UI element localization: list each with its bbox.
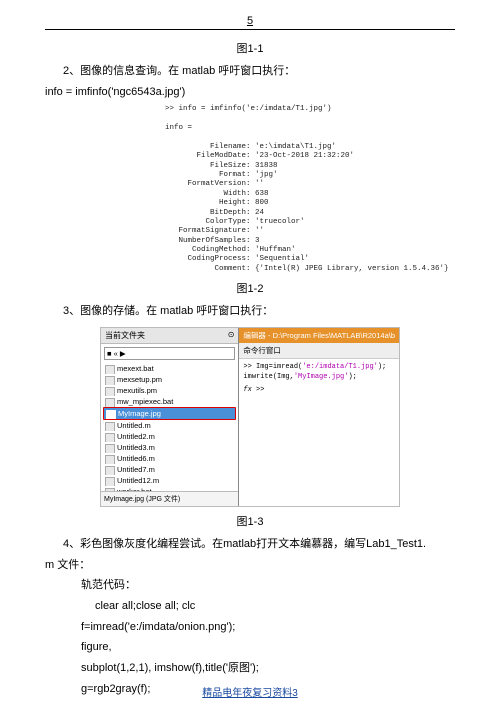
editor-tab[interactable]: 编辑器 - D:\Program Files\MATLAB\R2014a\b bbox=[239, 328, 399, 343]
file-item[interactable]: Untitled12.m bbox=[103, 475, 236, 486]
file-item[interactable]: Untitled3.m bbox=[103, 442, 236, 453]
page-footer: 精品电年夜复习资料3 bbox=[0, 684, 500, 699]
panel-odot-icon: ⊙ bbox=[228, 330, 235, 341]
fx-prompt: fx >> bbox=[243, 386, 395, 396]
code-line: imwrite(Img,'MyImage.jpg'); bbox=[243, 373, 395, 383]
section-4-line3: 轨范代码： bbox=[45, 576, 455, 595]
file-item[interactable]: Untitled2.m bbox=[103, 431, 236, 442]
panel-title: 当前文件夹 bbox=[105, 330, 145, 341]
command-window-label: 命令行窗口 bbox=[239, 343, 399, 359]
matlab-code-line: f=imread('e:/imdata/onion.png'); bbox=[45, 618, 455, 637]
figure-3-caption: 图1-3 bbox=[45, 513, 455, 529]
matlab-screenshot: 当前文件夹 ⊙ ■ « ▶ mexext.bat mexsetup.pm mex… bbox=[100, 327, 400, 507]
file-item[interactable]: Untitled6.m bbox=[103, 453, 236, 464]
matlab-code-line: clear all;close all; clc bbox=[45, 597, 455, 616]
file-item[interactable]: Untitled.m bbox=[103, 420, 236, 431]
file-item[interactable]: mw_mpiexec.bat bbox=[103, 396, 236, 407]
file-browser-footer: MyImage.jpg (JPG 文件) bbox=[101, 491, 238, 506]
matlab-code-line: subplot(1,2,1), imshow(f),title('原图'); bbox=[45, 659, 455, 678]
file-item[interactable]: mexutils.pm bbox=[103, 385, 236, 396]
section-2-code: info = imfinfo('ngc6543a.jpg') bbox=[45, 83, 455, 102]
file-item[interactable]: mexext.bat bbox=[103, 363, 236, 374]
header-divider bbox=[45, 29, 455, 30]
figure-2-caption: 图1-2 bbox=[45, 280, 455, 296]
file-browser-header: 当前文件夹 ⊙ bbox=[101, 328, 238, 344]
file-item[interactable]: worker.bat bbox=[103, 486, 236, 491]
code-line: >> Img=imread('e:/imdata/T1.jpg'); bbox=[243, 363, 395, 373]
file-item[interactable]: mexsetup.pm bbox=[103, 374, 236, 385]
section-4-line1: 4、彩色图像灰度化编程尝试。在matlab打开文本编慕器，编写Lab1_Test… bbox=[45, 535, 455, 554]
command-window[interactable]: >> Img=imread('e:/imdata/T1.jpg'); imwri… bbox=[239, 359, 399, 506]
path-dropdown[interactable]: ■ « ▶ bbox=[104, 347, 235, 360]
editor-panel: 编辑器 - D:\Program Files\MATLAB\R2014a\b 命… bbox=[239, 328, 399, 506]
matlab-code-line: figure, bbox=[45, 638, 455, 657]
file-list: mexext.bat mexsetup.pm mexutils.pm mw_mp… bbox=[101, 363, 238, 491]
file-browser-panel: 当前文件夹 ⊙ ■ « ▶ mexext.bat mexsetup.pm mex… bbox=[101, 328, 239, 506]
file-item[interactable]: Untitled7.m bbox=[103, 464, 236, 475]
section-2-title: 2、图像的信息查询。在 matlab 呼吁窗口执行： bbox=[45, 62, 455, 81]
page-number: 5 bbox=[45, 15, 455, 27]
figure-1-caption: 图1-1 bbox=[45, 40, 455, 56]
section-3-title: 3、图像的存储。在 matlab 呼吁窗口执行： bbox=[45, 302, 455, 321]
section-4-line2: m 文件： bbox=[45, 556, 455, 575]
imfinfo-output: >> info = imfinfo('e:/imdata/T1.jpg') in… bbox=[165, 105, 455, 274]
file-item-selected[interactable]: MyImage.jpg bbox=[103, 407, 236, 420]
